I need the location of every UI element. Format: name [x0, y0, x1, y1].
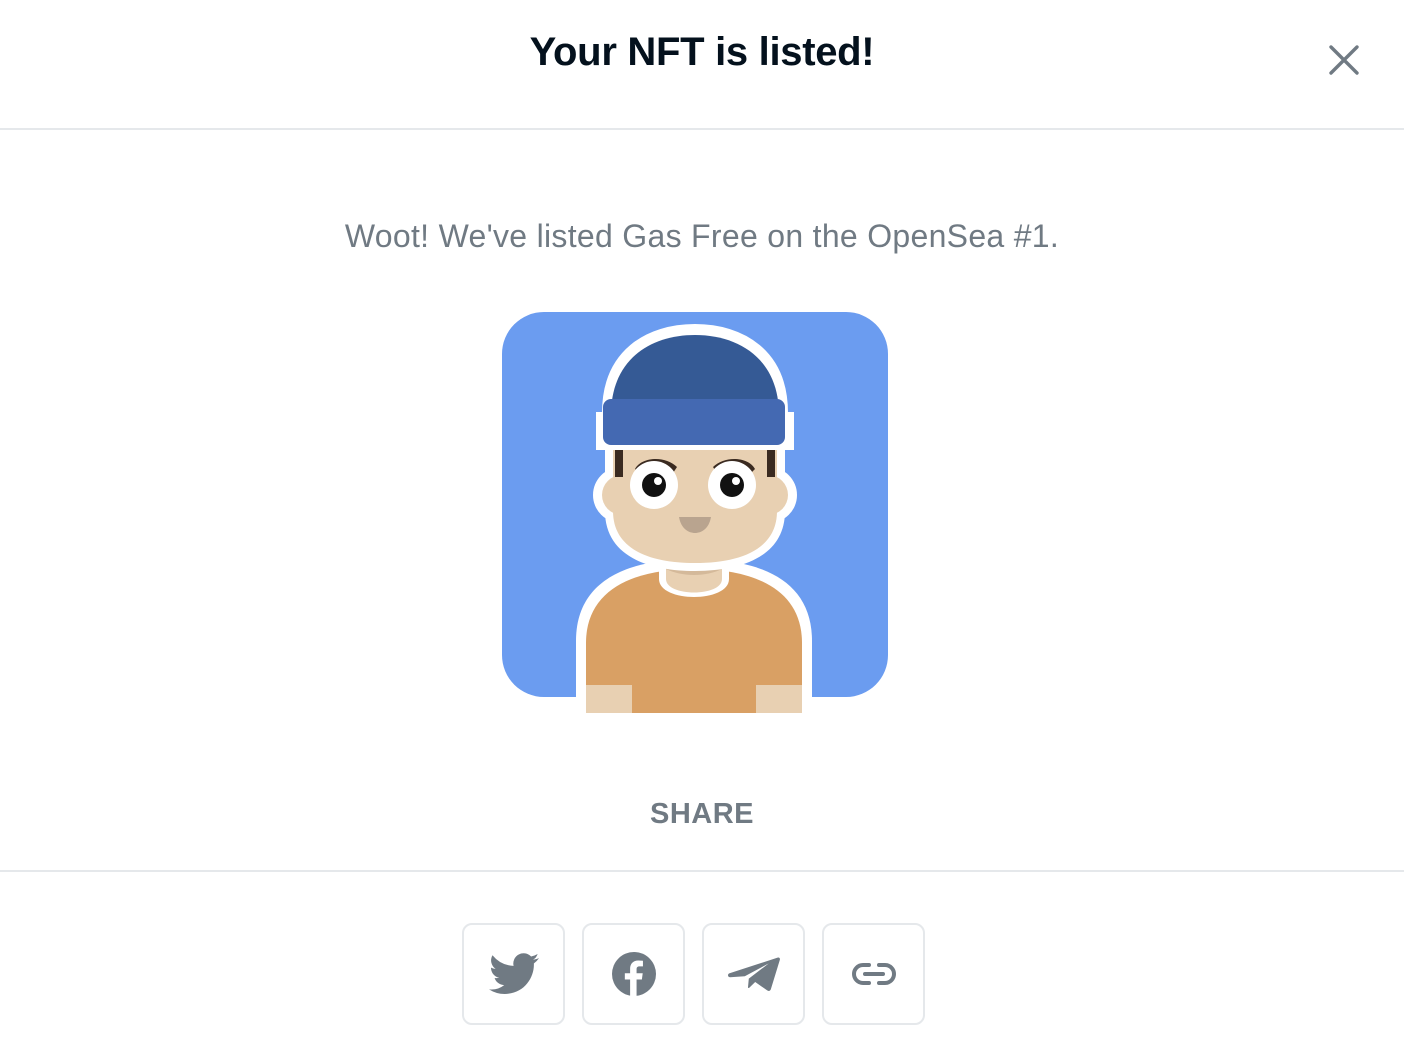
nft-image	[501, 311, 889, 713]
modal-header: Your NFT is listed!	[0, 0, 1404, 130]
close-button[interactable]	[1318, 34, 1370, 86]
twitter-icon	[488, 953, 539, 994]
share-buttons	[462, 923, 925, 1025]
share-twitter-button[interactable]	[462, 923, 565, 1025]
share-facebook-button[interactable]	[582, 923, 685, 1025]
modal-title: Your NFT is listed!	[529, 30, 875, 74]
copy-link-button[interactable]	[822, 923, 925, 1025]
listing-success-modal: Your NFT is listed! Woot! We've listed G…	[0, 0, 1404, 1062]
share-telegram-button[interactable]	[702, 923, 805, 1025]
close-icon	[1329, 45, 1359, 75]
divider	[0, 870, 1404, 872]
listing-message: Woot! We've listed Gas Free on the OpenS…	[344, 218, 1060, 254]
facebook-icon	[611, 952, 656, 996]
share-label: SHARE	[649, 798, 754, 830]
link-icon	[851, 963, 896, 985]
telegram-icon	[727, 957, 780, 991]
